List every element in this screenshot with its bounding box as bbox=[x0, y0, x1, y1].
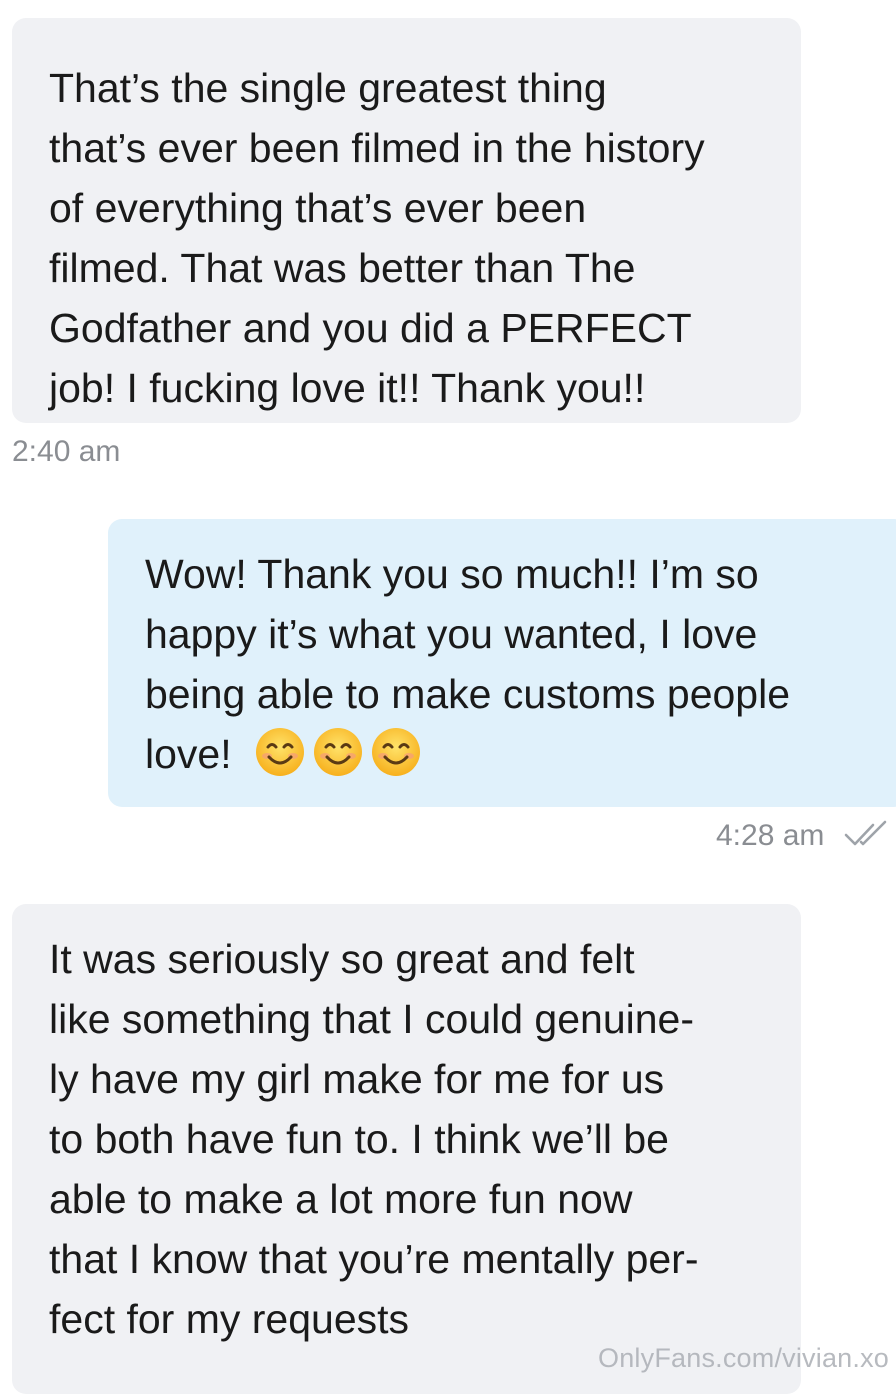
message-text-line: to both have fun to. I think we’ll be bbox=[49, 1116, 669, 1162]
message-last-line: love! bbox=[145, 724, 896, 784]
message-text-line: ly have my girl make for me for us bbox=[49, 1056, 665, 1102]
double-check-icon bbox=[844, 820, 887, 846]
message-timestamp: 4:28 am bbox=[716, 819, 825, 852]
message-text-line: Godfather and you did a PERFECT bbox=[49, 305, 692, 351]
watermark-text: OnlyFans.com/vivian.xo bbox=[598, 1343, 889, 1373]
smiling-face-icon bbox=[372, 728, 421, 776]
message-text-line: It was seriously so great and felt bbox=[49, 936, 635, 982]
message-text-line: love! bbox=[145, 731, 232, 777]
message-text-line: that’s ever been filmed in the history bbox=[49, 125, 705, 171]
message-text-line: filmed. That was better than The bbox=[49, 245, 636, 291]
message-text-line: That’s the single greatest thing bbox=[49, 65, 607, 111]
message-text-line: that I know that you’re mentally per- bbox=[49, 1236, 699, 1282]
smiling-face-icon bbox=[314, 728, 363, 776]
message-text-line: like something that I could genuine- bbox=[49, 996, 695, 1042]
message-text-line: being able to make customs people bbox=[145, 671, 791, 717]
smiling-face-icon bbox=[256, 728, 305, 776]
incoming-message-bubble[interactable]: It was seriously so great and felt like … bbox=[12, 904, 801, 1394]
outgoing-message-bubble[interactable]: Wow! Thank you so much!! I’m so happy it… bbox=[108, 519, 896, 807]
message-text-line: of everything that’s ever been bbox=[49, 185, 587, 231]
message-timestamp: 2:40 am bbox=[12, 435, 121, 468]
message-text-line: fect for my requests bbox=[49, 1296, 410, 1342]
incoming-message-bubble[interactable]: That’s the single greatest thing that’s … bbox=[12, 18, 801, 423]
message-text-line: job! I fucking love it!! Thank you!! bbox=[49, 365, 646, 411]
message-text-line: happy it’s what you wanted, I love bbox=[145, 611, 758, 657]
message-text-line: Wow! Thank you so much!! I’m so bbox=[145, 551, 759, 597]
message-text-line: able to make a lot more fun now bbox=[49, 1176, 633, 1222]
